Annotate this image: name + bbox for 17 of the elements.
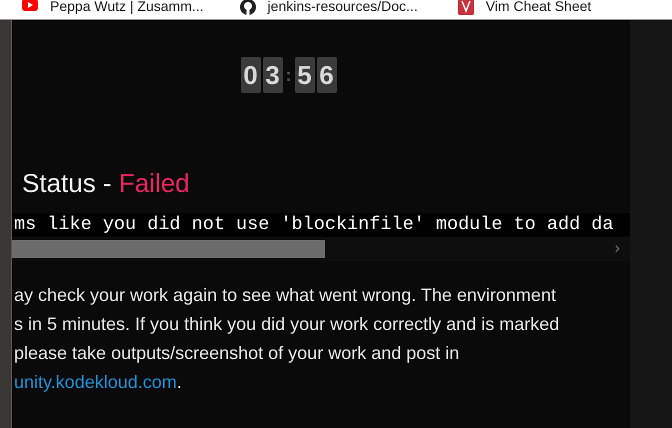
timer-digit: 3 — [262, 57, 282, 93]
scroll-right-arrow[interactable]: › — [614, 241, 620, 257]
paragraph-line: unity.kodekloud.com. — [14, 371, 183, 394]
timer-separator: : — [284, 64, 292, 86]
bookmark-link[interactable]: Vim Cheat Sheet — [458, 0, 592, 15]
paragraph-line: ay check your work again to see what went wrong. The environment — [14, 284, 557, 307]
bookmark-link[interactable]: Peppa Wutz | Zusamm... — [22, 0, 204, 13]
timer-digit: 0 — [240, 57, 260, 93]
timer-digit: 5 — [294, 57, 314, 93]
error-message: ms like you did not use 'blockinfile' module to add da — [12, 213, 630, 237]
status-title: Status - Failed — [22, 167, 191, 200]
paragraph-line: s in 5 minutes. If you think you did your work correctly and is marked — [14, 313, 560, 336]
scrollbar-thumb[interactable] — [12, 240, 325, 258]
timer-digit: 6 — [316, 57, 336, 93]
paragraph-line: please take outputs/screenshot of your work and post in — [14, 342, 460, 365]
community-link[interactable]: unity.kodekloud.com — [14, 372, 177, 392]
bookmark-link[interactable]: jenkins-resources/Doc... — [240, 0, 418, 15]
